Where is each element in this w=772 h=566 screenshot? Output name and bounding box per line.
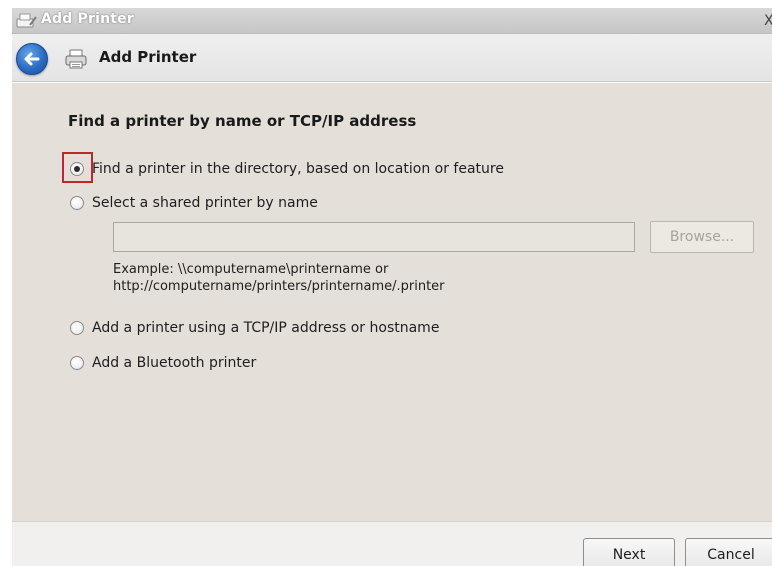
option-label: Find a printer in the directory, based o…	[92, 161, 504, 177]
back-button[interactable]	[16, 43, 48, 75]
example-line-1: Example: \\computername\printername or	[113, 262, 389, 277]
cancel-button[interactable]: Cancel	[685, 538, 772, 566]
section-title: Find a printer by name or TCP/IP address	[68, 112, 417, 130]
wizard-content: Find a printer by name or TCP/IP address…	[12, 83, 772, 521]
option-bluetooth-printer[interactable]: Add a Bluetooth printer	[70, 352, 256, 374]
option-label: Add a Bluetooth printer	[92, 355, 257, 371]
title-bar: Add Printer X	[12, 8, 772, 34]
radio-find-in-directory[interactable]	[70, 162, 84, 176]
option-label: Select a shared printer by name	[92, 195, 318, 211]
example-text: Example: \\computername\printername or h…	[113, 261, 445, 295]
radio-tcpip-address[interactable]	[70, 321, 84, 335]
printer-icon	[65, 49, 87, 69]
option-tcpip-address[interactable]: Add a printer using a TCP/IP address or …	[70, 317, 439, 339]
next-button[interactable]: Next	[583, 538, 675, 566]
wizard-title: Add Printer	[99, 48, 197, 66]
window-title: Add Printer	[41, 11, 134, 27]
add-printer-window: Add Printer X Add Printer Find a printer…	[0, 0, 772, 566]
browse-button: Browse...	[650, 221, 754, 253]
example-line-2: http://computername/printers/printername…	[113, 279, 445, 294]
wizard-footer: Next Cancel	[12, 521, 772, 566]
close-icon[interactable]: X	[764, 11, 772, 31]
option-select-shared-printer[interactable]: Select a shared printer by name	[70, 192, 318, 214]
option-label: Add a printer using a TCP/IP address or …	[92, 320, 440, 336]
shared-printer-name-input	[113, 222, 635, 252]
radio-bluetooth-printer[interactable]	[70, 356, 84, 370]
wizard-header: Add Printer	[12, 34, 772, 82]
printer-wizard-icon	[14, 11, 38, 31]
back-arrow-icon	[24, 52, 40, 66]
option-find-in-directory[interactable]: Find a printer in the directory, based o…	[70, 158, 504, 180]
radio-select-shared-printer[interactable]	[70, 196, 84, 210]
